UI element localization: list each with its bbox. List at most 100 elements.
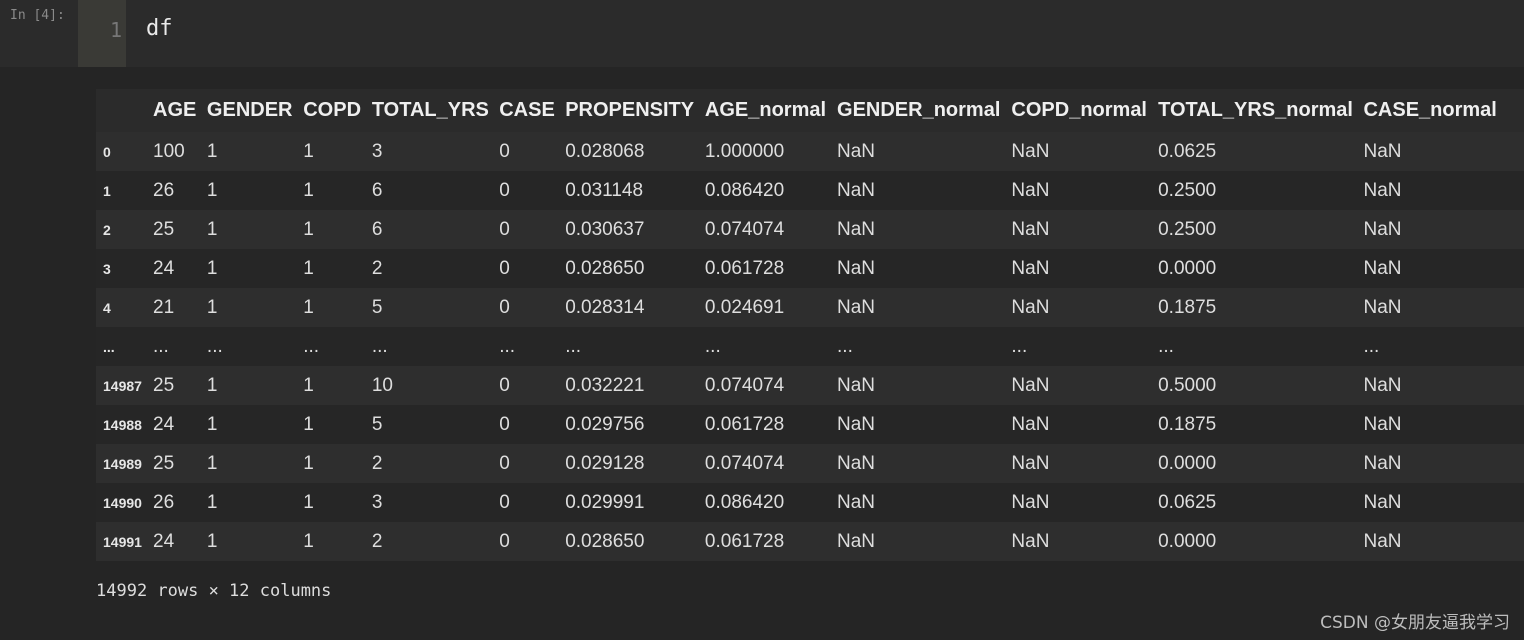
table-cell [1507,249,1524,288]
table-cell: 0 [499,452,510,474]
table-cell: 0.029991 [565,491,645,513]
line-gutter: 1 [78,0,126,67]
table-cell: 0 [499,257,510,279]
row-index: 14989 [103,455,142,472]
column-header: COPD_normal [1011,99,1147,121]
table-cell: 0.061728 [704,413,785,435]
column-header: CASE [499,99,555,121]
cell-prompt: In [4]: [10,8,65,23]
watermark: CSDN @女朋友逼我学习 [1320,613,1510,633]
table-row: 14991 24 1 1 2 0 0.028650 0.061728 NaN NaN 0.0000 N… [96,522,1524,561]
row-index: 0 [103,143,111,160]
row-index: 2 [103,221,111,238]
table-cell: ... [837,335,853,357]
table-cell: 1 [206,452,218,474]
table-cell: 24 [153,413,175,435]
table-cell: 25 [153,374,175,396]
table-row: 3 24 1 1 2 0 0.028650 0.061728 NaN NaN 0.0000 NaN [96,249,1524,288]
table-cell [1507,444,1524,483]
table-cell: 1 [206,413,218,435]
table-cell: ... [499,335,516,357]
table-cell: NaN [1011,257,1050,279]
row-index: 1 [103,182,111,199]
table-cell: 1 [303,257,314,279]
table-cell: ... [1158,335,1174,357]
table-cell: NaN [837,374,876,396]
table-cell: 0 [499,296,510,318]
table-cell: 0 [499,218,510,240]
table-cell: 0 [499,491,510,513]
table-cell: 0.032221 [565,374,645,396]
table-cell: NaN [1363,452,1402,474]
table-cell: 0.1875 [1158,413,1217,435]
code-cell[interactable]: In [4]: 1 df [0,0,1524,67]
table-cell: 1 [206,491,218,513]
table-cell: ... [303,335,320,357]
table-cell: 0.2500 [1158,179,1217,201]
table-cell: 1 [303,140,314,162]
table-cell: 0.028650 [565,530,645,552]
table-cell: 26 [153,491,175,513]
table-cell: 1 [303,179,314,201]
table-cell: NaN [1011,530,1050,552]
table-cell: 5 [371,296,383,318]
table-row: 0 100 1 1 3 0 0.028068 1.000000 NaN NaN 0.0625 NaN [96,132,1524,171]
table-cell [1507,405,1524,444]
row-index: 3 [103,260,111,277]
table-cell: 0.0625 [1158,491,1217,513]
row-index: 14987 [103,377,142,394]
table-cell: 1 [206,374,218,396]
column-header: CASE_normal [1363,99,1497,121]
table-cell: 1.000000 [704,140,785,162]
table-cell: NaN [1363,257,1402,279]
table-row: 14987 25 1 1 10 0 0.032221 0.074074 NaN NaN 0.5000… [96,366,1524,405]
table-cell: NaN [1363,218,1402,240]
table-cell: 0.028068 [565,140,645,162]
table-cell: 1 [303,413,314,435]
table-cell: 0.029128 [565,452,645,474]
table-cell: 100 [153,140,185,162]
table-cell: NaN [837,257,876,279]
table-cell: 2 [371,257,383,279]
table-cell: 3 [371,140,383,162]
table-cell: NaN [837,296,876,318]
table-cell: 5 [371,413,383,435]
column-header: TOTAL_YRS [371,99,489,121]
table-row: 14989 25 1 1 2 0 0.029128 0.074074 NaN NaN 0.0000 N… [96,444,1524,483]
table-cell: 0.074074 [704,374,785,396]
table-cell: 0.061728 [704,530,785,552]
table-cell: 1 [303,530,314,552]
table-cell: NaN [1363,179,1402,201]
table-cell: 0 [499,374,510,396]
table-cell: 0.074074 [704,452,785,474]
column-header [1507,89,1524,132]
code-editor[interactable]: df [146,16,173,41]
table-cell: NaN [837,452,876,474]
table-cell [1507,366,1524,405]
column-header: COPD [303,99,362,121]
table-cell: ... [371,335,388,357]
table-row: 14990 26 1 1 3 0 0.029991 0.086420 NaN NaN 0.0625 N… [96,483,1524,522]
table-cell: 24 [153,530,175,552]
dataframe-shape: 14992 rows × 12 columns [96,581,332,601]
table-cell: 0.028650 [565,257,645,279]
table-cell: 0.028314 [565,296,645,318]
table-cell: NaN [1363,413,1402,435]
table-cell: 1 [206,296,218,318]
table-cell: 0.5000 [1158,374,1217,396]
table-cell: ... [1363,335,1380,357]
table-cell: 1 [303,218,314,240]
table-cell: NaN [1363,530,1402,552]
row-index: 14991 [103,533,142,550]
table-cell: NaN [837,179,876,201]
table-cell: NaN [1011,179,1050,201]
table-cell: NaN [1011,218,1050,240]
table-cell: ... [1011,335,1028,357]
table-cell: 0 [499,413,510,435]
table-cell: NaN [1011,491,1050,513]
row-index: ... [103,338,115,355]
table-cell: ... [704,335,721,357]
column-header: GENDER_normal [837,99,1001,121]
table-cell: NaN [1011,296,1050,318]
table-cell: 25 [153,452,175,474]
